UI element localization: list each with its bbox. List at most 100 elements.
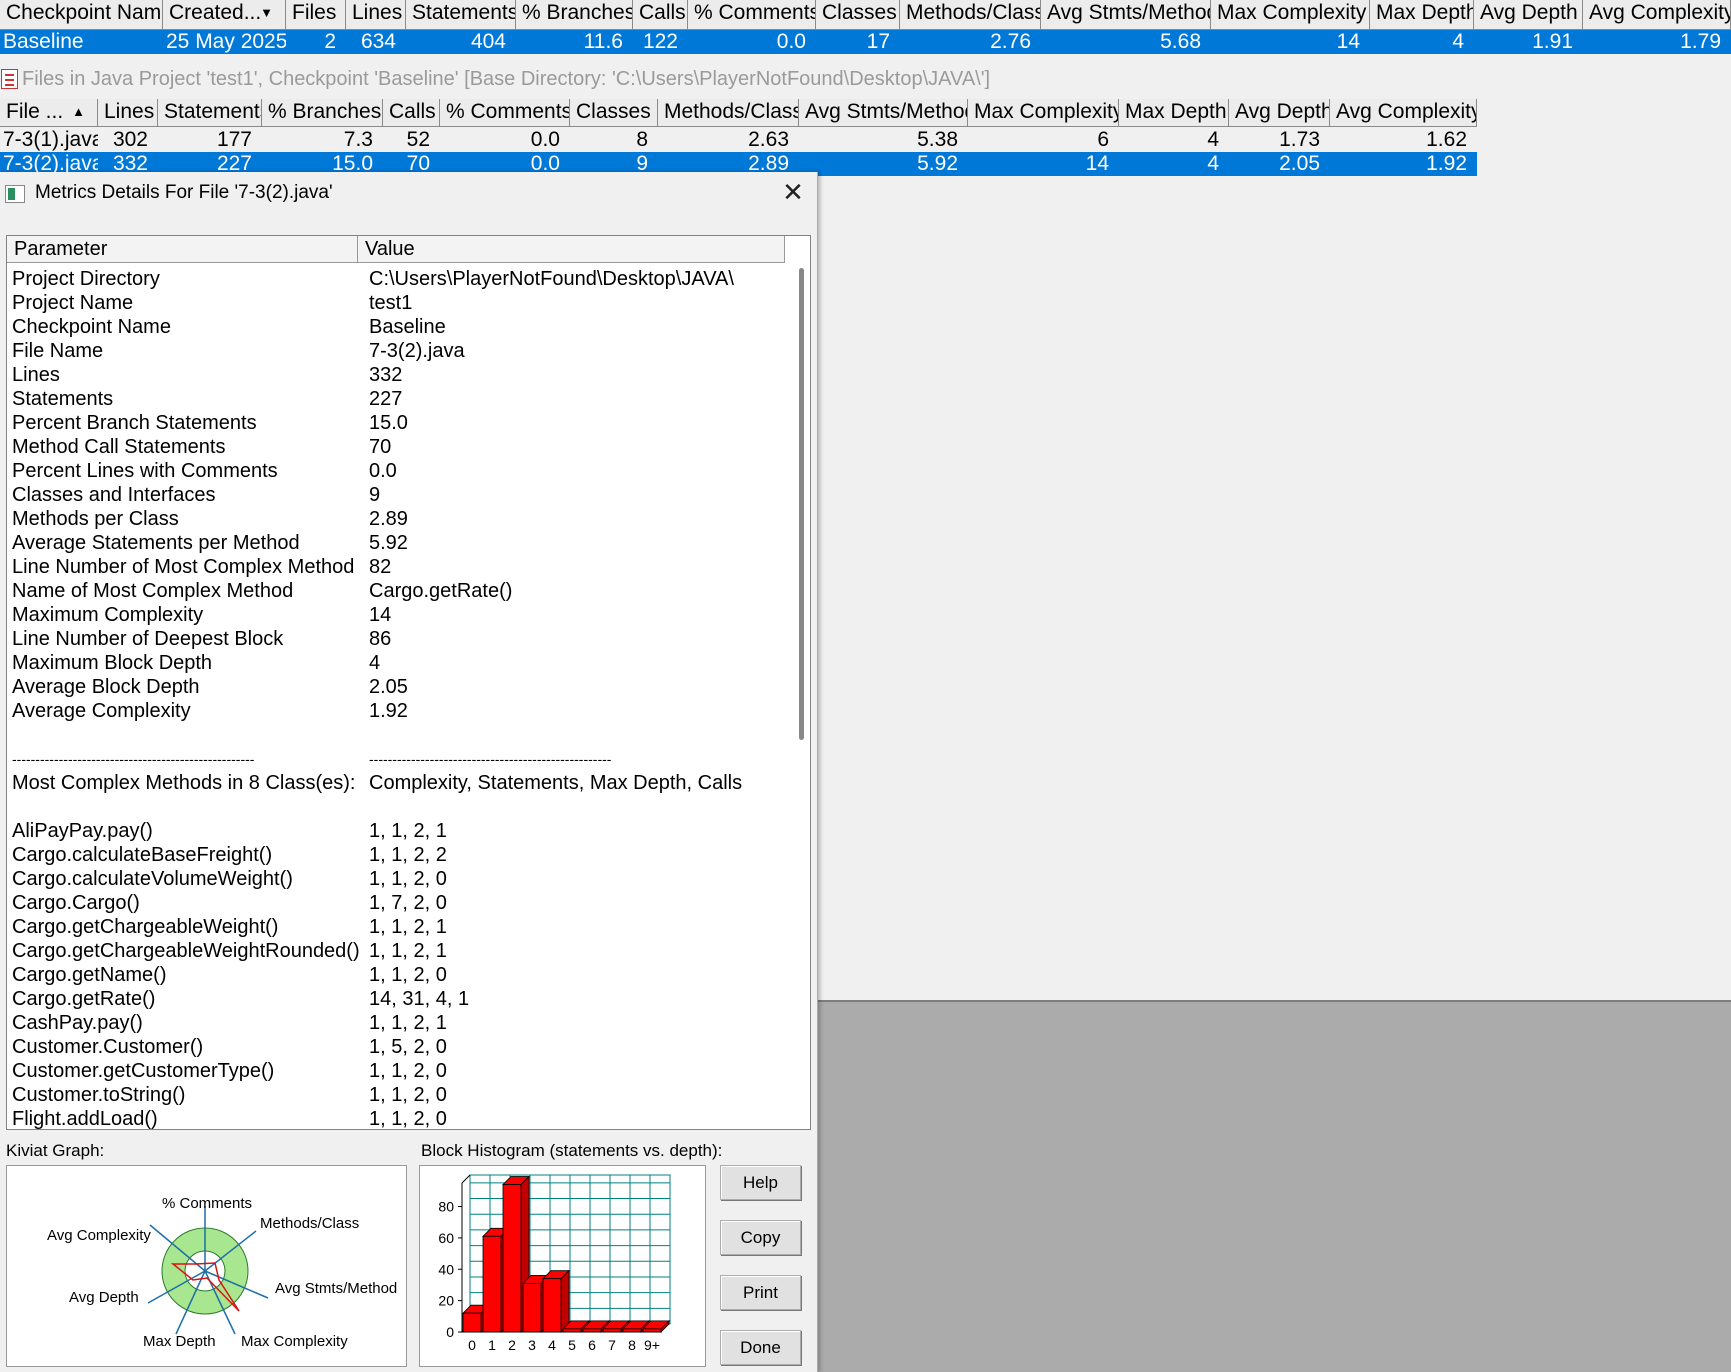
metric-row[interactable] [12, 795, 782, 819]
metric-row[interactable]: Lines 332 [12, 363, 782, 387]
checkpoint-branches-header[interactable]: % Branches [516, 0, 633, 29]
metric-row[interactable]: Maximum Block Depth 4 [12, 651, 782, 675]
metric-row[interactable]: Average Block Depth 2.05 [12, 675, 782, 699]
files-classes-header[interactable]: Classes [570, 99, 658, 126]
checkpoint-files-header[interactable]: Files [286, 0, 346, 29]
metric-parameter: Maximum Block Depth [12, 652, 213, 674]
files-avg-depth-header[interactable]: Avg Depth [1229, 99, 1330, 126]
checkpoint-avg-complexity-header[interactable]: Avg Complexity [1583, 0, 1731, 29]
scrollbar-thumb[interactable] [799, 268, 804, 740]
metric-row[interactable]: Cargo.getRate() 14, 31, 4, 1 [12, 987, 782, 1011]
metric-row[interactable]: Line Number of Most Complex Method 82 [12, 555, 782, 579]
help-button[interactable]: Help [720, 1165, 801, 1200]
file-cell: 0.0 [530, 128, 560, 151]
column-header-label: Avg Depth [1480, 1, 1578, 24]
metric-parameter: Most Complex Methods in 8 Class(es): [12, 772, 356, 794]
files-lines-header[interactable]: Lines [98, 99, 158, 126]
checkpoint-checkpoint-name-header[interactable]: Checkpoint Name [0, 0, 163, 29]
checkpoint-created-header[interactable]: Created... ▼ [163, 0, 286, 29]
metric-row[interactable]: Customer.Customer() 1, 5, 2, 0 [12, 1035, 782, 1059]
kiviat-graph: % Comments Methods/Class Avg Stmts/Method M… [6, 1165, 407, 1367]
checkpoint-max-complexity-header[interactable]: Max Complexity [1211, 0, 1370, 29]
metric-row[interactable]: AliPayPay.pay() 1, 1, 2, 1 [12, 819, 782, 843]
file-row[interactable]: 7-3(1).java 302 177 7.3 52 0.0 8 2.63 5.38 6 4 1.73… [0, 128, 1477, 152]
metric-value: 4 [369, 652, 381, 674]
metrics-list-header: Parameter Value [7, 236, 785, 263]
files-avg-complexity-header[interactable]: Avg Complexity [1330, 99, 1477, 126]
files-statements-header[interactable]: Statements [158, 99, 262, 126]
metric-row[interactable]: Checkpoint Name Baseline [12, 315, 782, 339]
metric-row[interactable]: Cargo.Cargo() 1, 7, 2, 0 [12, 891, 782, 915]
metric-row[interactable] [12, 723, 782, 747]
metric-row[interactable]: Percent Lines with Comments 0.0 [12, 459, 782, 483]
metric-row[interactable]: Name of Most Complex Method Cargo.getRate… [12, 579, 782, 603]
print-button[interactable]: Print [720, 1275, 801, 1310]
block-histogram: 0 20 40 60 80 0 1 2 3 4 5 6 7 8 9+ [419, 1165, 706, 1367]
checkpoint-lines-header[interactable]: Lines [346, 0, 406, 29]
files-table-header: File ... ▲ Lines Statements % Branches Calls%… [0, 99, 1477, 127]
checkpoint-classes-header[interactable]: Classes [816, 0, 900, 29]
close-icon[interactable]: ✕ [780, 179, 806, 206]
metric-parameter: Average Statements per Method [12, 532, 300, 554]
metric-row[interactable]: Cargo.calculateBaseFreight() 1, 1, 2, 2 [12, 843, 782, 867]
metric-row[interactable]: Classes and Interfaces 9 [12, 483, 782, 507]
files-avg-stmts-method-header[interactable]: Avg Stmts/Method [799, 99, 968, 126]
metric-row[interactable]: Percent Branch Statements 15.0 [12, 411, 782, 435]
metric-row[interactable]: Method Call Statements 70 [12, 435, 782, 459]
column-header-label: Avg Depth [1235, 100, 1330, 123]
metric-row[interactable]: Methods per Class 2.89 [12, 507, 782, 531]
checkpoint-methods-class-header[interactable]: Methods/Class [900, 0, 1041, 29]
files-file-header[interactable]: File ... ▲ [0, 99, 98, 126]
metric-row[interactable]: Cargo.calculateVolumeWeight() 1, 1, 2, 0 [12, 867, 782, 891]
files-methods-class-header[interactable]: Methods/Class [658, 99, 799, 126]
metric-parameter: Average Complexity [12, 700, 191, 722]
metric-parameter: ----------------------------------------… [12, 751, 255, 767]
checkpoint-avg-depth-header[interactable]: Avg Depth [1474, 0, 1583, 29]
checkpoint-row-baseline[interactable]: Baseline 25 May 2025 2 634 404 11.6 122 0.0 17 2.… [0, 30, 1731, 54]
files-max-depth-header[interactable]: Max Depth [1119, 99, 1229, 126]
checkpoint-cell: 1.79 [1680, 30, 1721, 53]
files-comments-header[interactable]: % Comments [440, 99, 570, 126]
files-calls-header[interactable]: Calls [383, 99, 440, 126]
metric-row[interactable]: Average Statements per Method 5.92 [12, 531, 782, 555]
metrics-list[interactable]: Parameter Value Project Directory C:\User… [6, 235, 811, 1130]
checkpoint-statements-header[interactable]: Statements [406, 0, 516, 29]
metric-row[interactable]: Project Name test1 [12, 291, 782, 315]
metric-row[interactable]: File Name 7-3(2).java [12, 339, 782, 363]
metric-row[interactable]: ----------------------------------------… [12, 747, 782, 771]
checkpoint-calls-header[interactable]: Calls [633, 0, 688, 29]
metric-value: 227 [369, 388, 403, 410]
value-column-header[interactable]: Value [358, 236, 785, 263]
copy-button[interactable]: Copy [720, 1220, 801, 1255]
metric-row[interactable]: Customer.getCustomerType() 1, 1, 2, 0 [12, 1059, 782, 1083]
done-button[interactable]: Done [720, 1330, 801, 1365]
vertical-scrollbar[interactable] [792, 266, 810, 1128]
checkpoint-comments-header[interactable]: % Comments [688, 0, 816, 29]
metric-row[interactable]: Cargo.getName() 1, 1, 2, 0 [12, 963, 782, 987]
metric-row[interactable]: Flight.addLoad() 1, 1, 2, 0 [12, 1107, 782, 1129]
metric-row[interactable]: Most Complex Methods in 8 Class(es): Comp… [12, 771, 782, 795]
histogram-y-tick-label: 80 [438, 1199, 454, 1215]
metric-row[interactable]: Maximum Complexity 14 [12, 603, 782, 627]
metric-row[interactable]: Average Complexity 1.92 [12, 699, 782, 723]
metric-row[interactable]: CashPay.pay() 1, 1, 2, 1 [12, 1011, 782, 1035]
metric-row[interactable]: Cargo.getChargeableWeightRounded() 1, 1, … [12, 939, 782, 963]
metric-row[interactable]: Line Number of Deepest Block 86 [12, 627, 782, 651]
kiviat-axis-label: Avg Depth [69, 1289, 139, 1306]
metric-row[interactable]: Project Directory C:\Users\PlayerNotFound… [12, 267, 782, 291]
checkpoint-cell: 404 [470, 30, 506, 53]
checkpoint-avg-stmts-method-header[interactable]: Avg Stmts/Method [1041, 0, 1211, 29]
checkpoint-max-depth-header[interactable]: Max Depth [1370, 0, 1474, 29]
file-cell: 52 [406, 128, 430, 151]
kiviat-graph-label: Kiviat Graph: [6, 1141, 105, 1160]
metric-row[interactable]: Customer.toString() 1, 1, 2, 0 [12, 1083, 782, 1107]
parameter-column-header[interactable]: Parameter [7, 236, 358, 263]
histogram-x-tick-label: 9+ [644, 1337, 660, 1353]
metric-parameter: Cargo.calculateVolumeWeight() [12, 868, 293, 890]
metric-row[interactable]: Cargo.getChargeableWeight() 1, 1, 2, 1 [12, 915, 782, 939]
metric-row[interactable]: Statements 227 [12, 387, 782, 411]
files-branches-header[interactable]: % Branches [262, 99, 383, 126]
metric-parameter: Cargo.getChargeableWeight() [12, 916, 279, 938]
files-max-complexity-header[interactable]: Max Complexity [968, 99, 1119, 126]
checkpoint-table-header: Checkpoint Name Created... ▼ Files Lines Stat… [0, 0, 1731, 30]
